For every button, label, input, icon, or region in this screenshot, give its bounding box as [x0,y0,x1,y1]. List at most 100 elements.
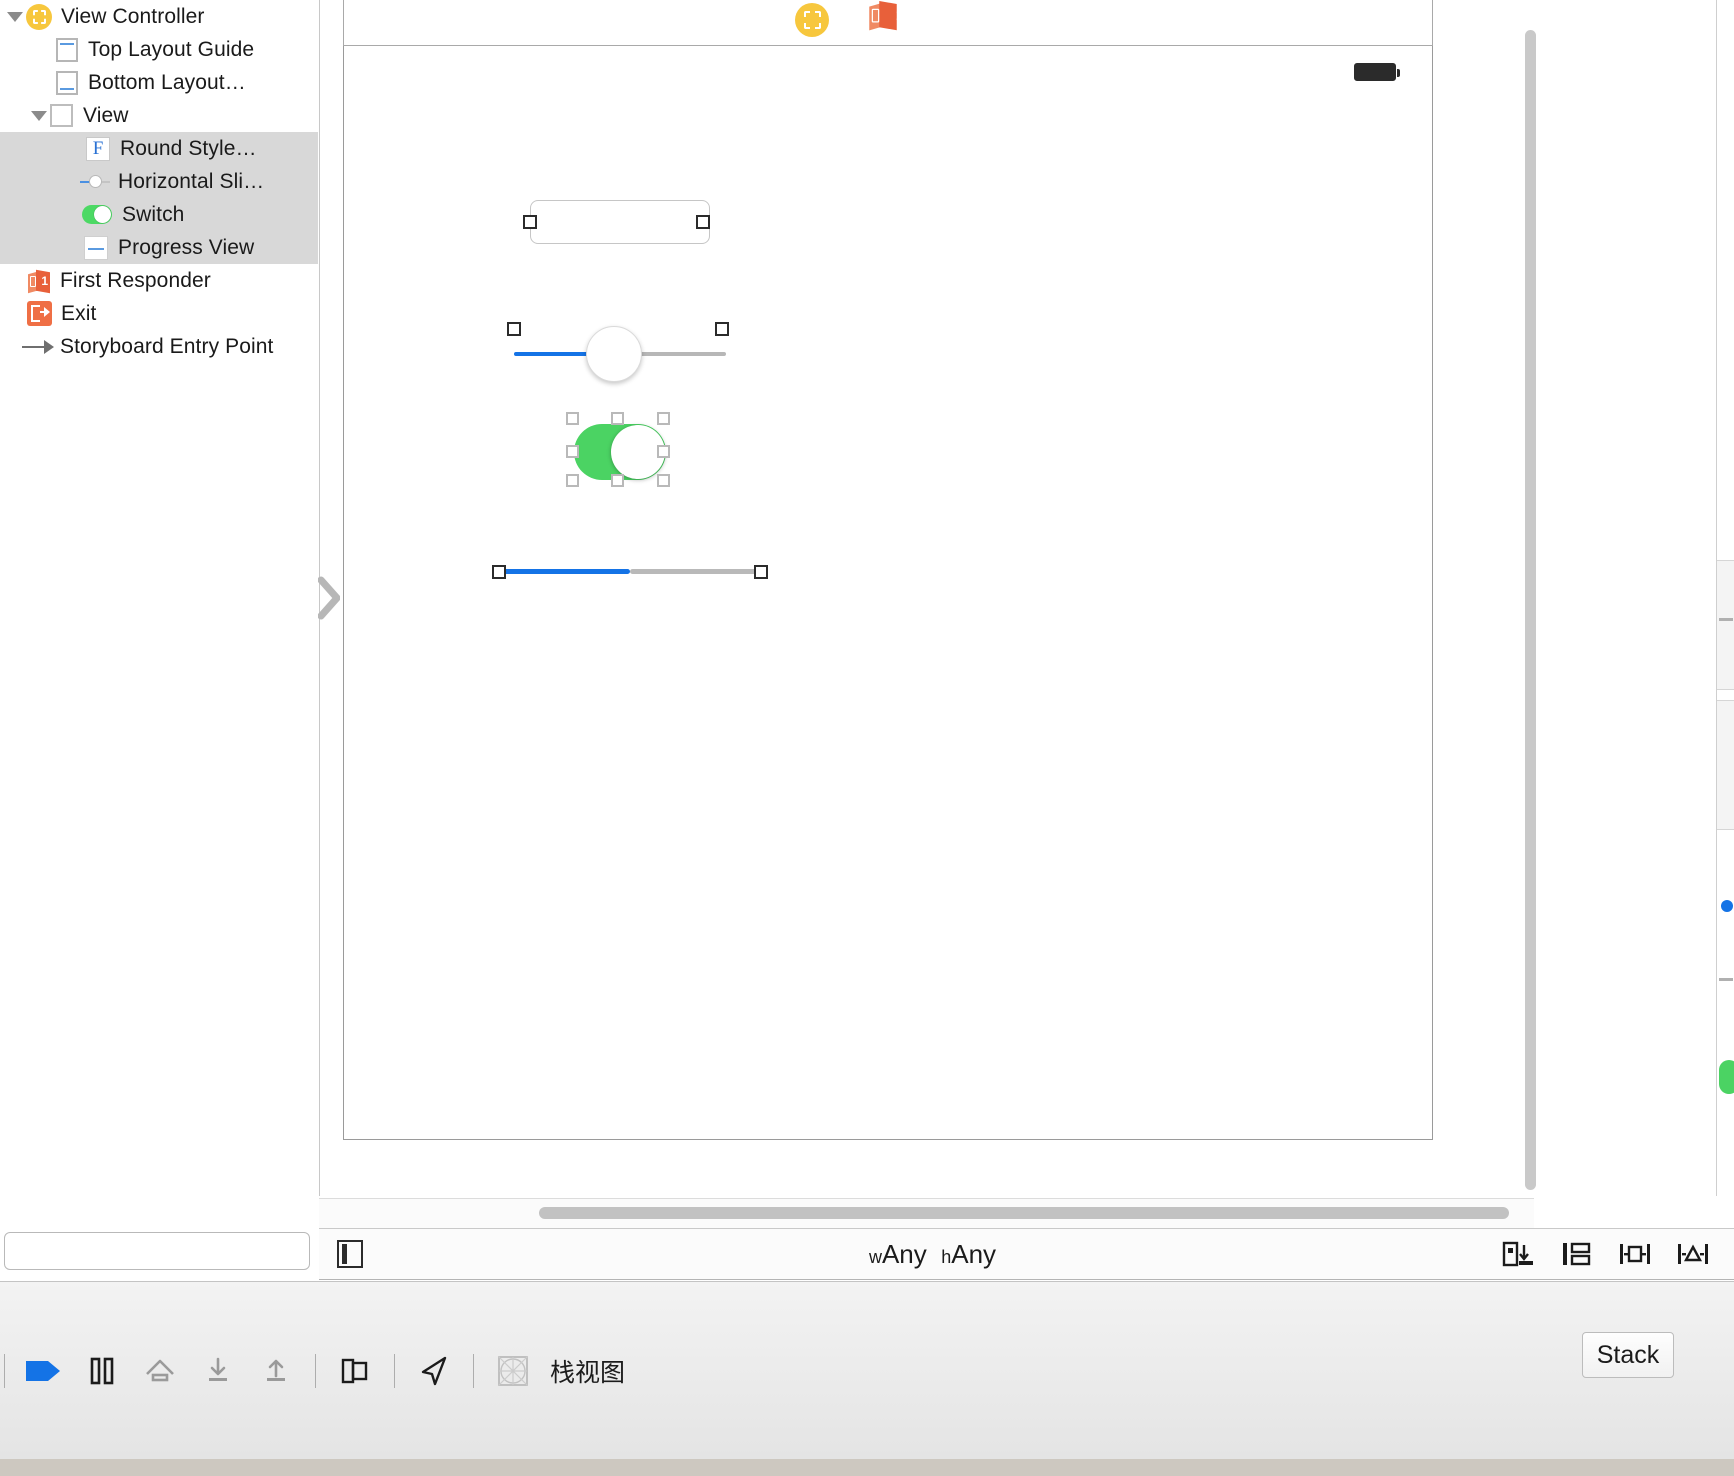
view-controller-icon [26,3,52,30]
progress-fill [499,569,630,574]
selection-handle[interactable] [657,412,670,425]
outline-row-label: Bottom Layout… [88,70,246,94]
outline-row-label: First Responder [60,268,211,292]
toolbar-separator [315,1353,316,1388]
home-icon[interactable] [131,1344,189,1398]
selection-handle[interactable] [657,445,670,458]
update-frames-icon[interactable] [1676,1239,1710,1269]
outline-row-bottom-layout-guide[interactable]: Bottom Layout… [0,66,318,99]
exit-icon [27,301,52,326]
pause-icon[interactable] [73,1344,131,1398]
download-icon[interactable] [189,1344,247,1398]
selection-handle[interactable] [566,445,579,458]
pin-icon[interactable] [1560,1239,1594,1269]
outline-row-first-responder[interactable]: 1 First Responder [0,264,318,297]
horizontal-slider[interactable] [514,326,726,382]
constraint-handle[interactable] [715,322,729,336]
width-value: Any [881,1238,927,1269]
outline-row-label: Storyboard Entry Point [60,334,274,358]
stack-view-label: 栈视图 [550,1358,626,1387]
height-value: Any [951,1238,997,1269]
selection-handle[interactable] [611,474,624,487]
disclosure-triangle-icon[interactable] [28,105,50,127]
inspector-pane-sliver[interactable] [1716,0,1734,1196]
canvas-collapse-arrow-icon[interactable] [318,576,340,620]
toolbar-separator [394,1353,395,1388]
first-responder-icon: 1 [26,268,52,294]
switch-preview-icon [1719,1060,1734,1094]
scene-dock: 1 [343,0,1433,46]
run-arrow-icon[interactable] [15,1344,73,1398]
selection-handle[interactable] [611,412,624,425]
selection-handle[interactable] [657,474,670,487]
constraint-handle[interactable] [696,215,710,229]
progress-view[interactable] [499,569,761,574]
scrollbar-thumb[interactable] [1525,30,1536,1190]
slider-thumb[interactable] [586,326,642,382]
view-controller-dock-icon[interactable] [795,3,829,37]
disclosure-triangle-icon[interactable] [4,6,26,28]
width-prefix: w [868,1246,882,1267]
outline-filter-input[interactable] [4,1232,310,1270]
size-class-bar: wAny hAny [319,1228,1734,1280]
outline-row-label: View [83,103,129,127]
outline-row-label: Round Style… [120,136,257,160]
round-style-text-field[interactable] [530,200,710,244]
exit-dock-icon[interactable] [935,3,981,37]
progress-view-icon [84,235,108,260]
resolve-auto-layout-icon[interactable] [1618,1239,1652,1269]
selection-handle[interactable] [566,474,579,487]
outline-row-exit[interactable]: Exit [0,297,318,330]
location-arrow-icon[interactable] [405,1344,463,1398]
canvas-horizontal-scrollbar[interactable] [319,1198,1534,1228]
height-prefix: h [941,1246,952,1267]
outline-row-label: Exit [61,301,97,325]
bottom-layout-guide-icon [56,70,78,95]
text-field-icon: F [86,136,110,161]
outline-row-label: Progress View [118,235,255,259]
constraint-handle[interactable] [754,565,768,579]
outline-row-label: Horizontal Sli… [118,169,265,193]
size-class-toggle-icon[interactable] [337,1240,363,1268]
outline-row-switch[interactable]: Switch [0,198,318,231]
align-icon[interactable] [1502,1239,1536,1269]
first-responder-dock-icon[interactable]: 1 [869,0,905,37]
document-outline-pane: View Controller Top Layout Guide Bottom … [0,0,318,1232]
storyboard-entry-point-icon [22,336,56,358]
outline-row-horizontal-slider[interactable]: Horizontal Sli… [0,165,318,198]
outline-row-round-style-text-field[interactable]: F Round Style… [0,132,318,165]
top-layout-guide-icon [56,37,78,62]
outline-row-view[interactable]: View [0,99,318,132]
upload-icon[interactable] [247,1344,305,1398]
switch-control[interactable] [574,424,666,480]
constraint-handle[interactable] [492,565,506,579]
outline-row-view-controller[interactable]: View Controller [0,0,318,33]
outline-row-storyboard-entry-point[interactable]: Storyboard Entry Point [0,330,318,363]
view-controller-scene[interactable] [343,46,1433,1140]
constraint-handle[interactable] [523,215,537,229]
stack-view-grid-icon[interactable] [484,1344,542,1398]
scrollbar-thumb[interactable] [539,1207,1509,1219]
storyboard-canvas[interactable]: 1 [319,0,1541,1196]
outline-row-label: Top Layout Guide [88,37,255,61]
stack-button[interactable]: Stack [1582,1332,1674,1378]
xcode-interface-builder-window: View Controller Top Layout Guide Bottom … [0,0,1734,1476]
size-class-label[interactable]: wAny hAny [363,1239,1502,1270]
canvas-vertical-scrollbar[interactable] [1525,30,1536,1190]
debug-toolbar: 栈视图 Stack [0,1281,1734,1459]
selection-handle[interactable] [566,412,579,425]
split-view-icon[interactable] [326,1344,384,1398]
outline-row-label: View Controller [61,4,205,28]
constraint-handle[interactable] [507,322,521,336]
slider-icon [80,171,110,193]
toolbar-separator [473,1353,474,1388]
view-icon [50,104,73,127]
outline-row-top-layout-guide[interactable]: Top Layout Guide [0,33,318,66]
battery-icon [1354,63,1400,81]
switch-icon [82,205,112,224]
outline-row-label: Switch [122,202,185,226]
window-bottom-strip [0,1459,1734,1476]
outline-row-progress-view[interactable]: Progress View [0,231,318,264]
blue-dot-icon [1721,900,1733,912]
progress-remaining [630,569,761,574]
